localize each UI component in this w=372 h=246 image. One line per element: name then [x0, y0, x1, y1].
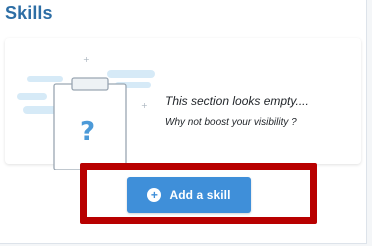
svg-text:+: + — [83, 55, 90, 64]
empty-state-panel: + + ? This section looks empty.... Why n… — [5, 38, 361, 170]
clipboard-question-icon: + + ? — [17, 55, 155, 170]
plus-circle-icon: + — [147, 188, 162, 202]
section-title: Skills — [5, 3, 53, 23]
empty-state-message: This section looks empty.... — [165, 94, 309, 108]
add-skill-button[interactable]: + Add a skill — [127, 177, 251, 213]
svg-text:+: + — [141, 101, 148, 110]
add-skill-label: Add a skill — [169, 188, 231, 202]
svg-text:?: ? — [80, 117, 95, 147]
empty-state-subtitle: Why not boost your visibility ? — [165, 117, 297, 128]
skills-card: Skills + + ? This section looks empty...… — [0, 0, 367, 244]
